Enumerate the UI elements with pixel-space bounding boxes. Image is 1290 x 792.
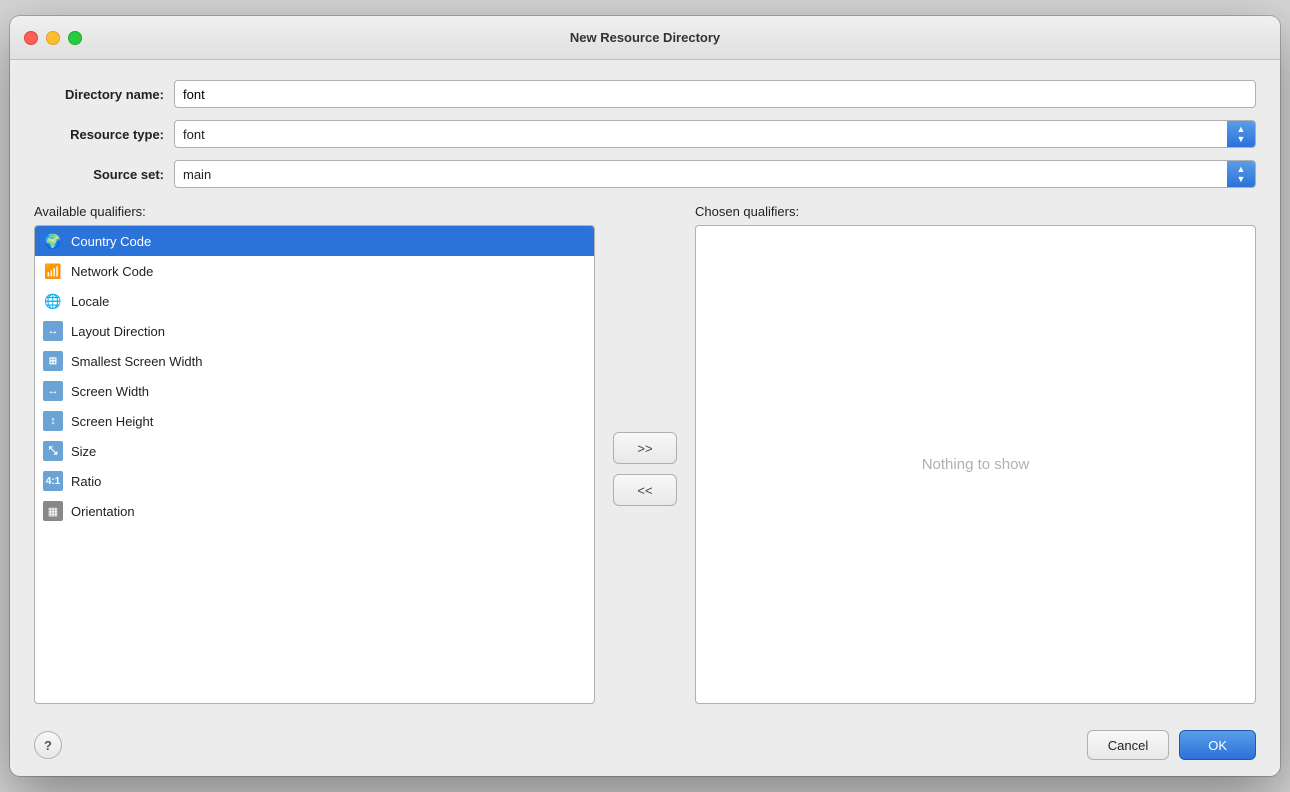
help-button[interactable]: ? bbox=[34, 731, 62, 759]
dialog-footer: ? Cancel OK bbox=[10, 720, 1280, 776]
source-set-label: Source set: bbox=[34, 167, 164, 182]
directory-name-row: Directory name: bbox=[34, 80, 1256, 108]
window-controls bbox=[24, 31, 82, 45]
dialog-body: Directory name: Resource type: font ▲ ▼ … bbox=[10, 60, 1280, 720]
qualifier-item-label-ratio: Ratio bbox=[71, 474, 101, 489]
resource-type-label: Resource type: bbox=[34, 127, 164, 142]
directory-name-label: Directory name: bbox=[34, 87, 164, 102]
source-set-row: Source set: main ▲ ▼ bbox=[34, 160, 1256, 188]
dialog-title: New Resource Directory bbox=[570, 30, 720, 45]
qualifier-item-label-layout-direction: Layout Direction bbox=[71, 324, 165, 339]
nothing-to-show-text: Nothing to show bbox=[922, 456, 1030, 473]
qualifier-item-locale[interactable]: 🌐 Locale bbox=[35, 286, 594, 316]
layout-direction-icon: ↔ bbox=[43, 321, 63, 341]
qualifiers-section: Available qualifiers: 🌍 Country Code 📶 N… bbox=[34, 204, 1256, 704]
screen-width-icon: ↔ bbox=[43, 381, 63, 401]
available-qualifiers-list: 🌍 Country Code 📶 Network Code 🌐 Locale bbox=[34, 225, 595, 704]
qualifier-item-ratio[interactable]: 4:1 Ratio bbox=[35, 466, 594, 496]
qualifier-item-smallest-screen-width[interactable]: ⊞ Smallest Screen Width bbox=[35, 346, 594, 376]
screen-height-icon: ↕ bbox=[43, 411, 63, 431]
resource-type-select[interactable]: font ▲ ▼ bbox=[174, 120, 1256, 148]
qualifier-item-size[interactable]: ⤡ Size bbox=[35, 436, 594, 466]
resource-type-arrow-down: ▼ bbox=[1237, 135, 1246, 144]
qualifier-item-label-screen-height: Screen Height bbox=[71, 414, 153, 429]
chosen-qualifiers-title: Chosen qualifiers: bbox=[695, 204, 1256, 219]
resource-type-value: font bbox=[175, 127, 1227, 142]
smallest-screen-width-icon: ⊞ bbox=[43, 351, 63, 371]
qualifier-item-label-network-code: Network Code bbox=[71, 264, 153, 279]
available-qualifiers-panel: Available qualifiers: 🌍 Country Code 📶 N… bbox=[34, 204, 595, 704]
qualifier-item-network-code[interactable]: 📶 Network Code bbox=[35, 256, 594, 286]
size-icon: ⤡ bbox=[43, 441, 63, 461]
chosen-qualifiers-panel: Chosen qualifiers: Nothing to show bbox=[695, 204, 1256, 704]
qualifier-item-label-size: Size bbox=[71, 444, 96, 459]
qualifier-item-label-screen-width: Screen Width bbox=[71, 384, 149, 399]
qualifier-item-screen-width[interactable]: ↔ Screen Width bbox=[35, 376, 594, 406]
resource-type-row: Resource type: font ▲ ▼ bbox=[34, 120, 1256, 148]
locale-icon: 🌐 bbox=[43, 291, 63, 311]
qualifier-item-label-locale: Locale bbox=[71, 294, 109, 309]
orientation-icon: ▦ bbox=[43, 501, 63, 521]
qualifier-item-country-code[interactable]: 🌍 Country Code bbox=[35, 226, 594, 256]
qualifier-item-label-country-code: Country Code bbox=[71, 234, 151, 249]
resource-type-arrows[interactable]: ▲ ▼ bbox=[1227, 121, 1255, 147]
available-qualifiers-title: Available qualifiers: bbox=[34, 204, 595, 219]
maximize-button[interactable] bbox=[68, 31, 82, 45]
add-qualifier-button[interactable]: >> bbox=[613, 432, 677, 464]
new-resource-directory-dialog: New Resource Directory Directory name: R… bbox=[10, 16, 1280, 776]
qualifier-transfer-buttons: >> << bbox=[605, 204, 685, 704]
close-button[interactable] bbox=[24, 31, 38, 45]
network-code-icon: 📶 bbox=[43, 261, 63, 281]
footer-action-buttons: Cancel OK bbox=[1087, 730, 1256, 760]
source-set-value: main bbox=[175, 167, 1227, 182]
minimize-button[interactable] bbox=[46, 31, 60, 45]
title-bar: New Resource Directory bbox=[10, 16, 1280, 60]
source-set-select[interactable]: main ▲ ▼ bbox=[174, 160, 1256, 188]
ok-button[interactable]: OK bbox=[1179, 730, 1256, 760]
qualifier-item-label-orientation: Orientation bbox=[71, 504, 135, 519]
qualifier-item-orientation[interactable]: ▦ Orientation bbox=[35, 496, 594, 526]
remove-qualifier-button[interactable]: << bbox=[613, 474, 677, 506]
qualifier-item-label-smallest-screen-width: Smallest Screen Width bbox=[71, 354, 203, 369]
source-set-arrows[interactable]: ▲ ▼ bbox=[1227, 161, 1255, 187]
directory-name-input[interactable] bbox=[174, 80, 1256, 108]
country-code-icon: 🌍 bbox=[43, 231, 63, 251]
cancel-button[interactable]: Cancel bbox=[1087, 730, 1169, 760]
source-set-arrow-up: ▲ bbox=[1237, 165, 1246, 174]
ratio-icon: 4:1 bbox=[43, 471, 63, 491]
chosen-qualifiers-list: Nothing to show bbox=[695, 225, 1256, 704]
resource-type-arrow-up: ▲ bbox=[1237, 125, 1246, 134]
qualifier-item-screen-height[interactable]: ↕ Screen Height bbox=[35, 406, 594, 436]
qualifier-item-layout-direction[interactable]: ↔ Layout Direction bbox=[35, 316, 594, 346]
source-set-arrow-down: ▼ bbox=[1237, 175, 1246, 184]
